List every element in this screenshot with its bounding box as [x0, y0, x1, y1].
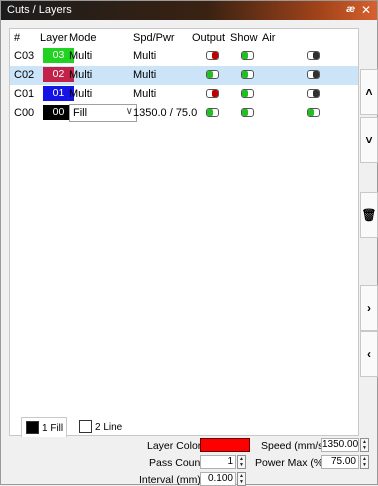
show-toggle[interactable] [241, 51, 254, 60]
tab-line-swatch [79, 420, 92, 433]
toggle-knob [313, 71, 319, 78]
layer-row-id: C03 [14, 50, 35, 62]
air-toggle[interactable] [307, 108, 320, 117]
layer-spdpwr[interactable]: 1350.0 / 75.0 [133, 107, 197, 119]
pull-left-button[interactable]: ‹ [360, 331, 378, 377]
layer-row-id: C01 [14, 88, 35, 100]
col-header-air[interactable]: Air [262, 32, 275, 44]
toggle-knob [313, 52, 319, 59]
toggle-knob [212, 90, 218, 97]
pass-count-input[interactable]: 1 [200, 455, 236, 469]
col-header-show[interactable]: Show [230, 32, 258, 44]
mode-select[interactable]: Fill ∨ [69, 104, 137, 122]
push-right-button[interactable]: › [360, 285, 378, 331]
grid-header: # Layer Mode Spd/Pwr Output Show Air [10, 29, 358, 47]
layer-mode[interactable]: Multi [69, 88, 92, 100]
move-up-icon: ˄ [365, 85, 373, 99]
output-toggle[interactable] [206, 70, 219, 79]
show-toggle[interactable] [241, 89, 254, 98]
toggle-knob [242, 90, 248, 97]
toggle-knob [313, 90, 319, 97]
delete-layer-button[interactable]: 🗑 [360, 192, 378, 238]
layer-spdpwr[interactable]: Multi [133, 88, 156, 100]
tab-fill-label: 1 Fill [42, 423, 64, 434]
speed-input[interactable]: 1350.00 [321, 438, 359, 452]
panel-title: Cuts / Layers [7, 4, 72, 16]
layer-spdpwr[interactable]: Multi [133, 69, 156, 81]
tab-fill[interactable]: 1 Fill [21, 417, 67, 437]
power-max-input[interactable]: 75.00 [321, 455, 359, 469]
pass-count-spinner[interactable]: ▲ ▼ [237, 455, 246, 469]
pin-icon[interactable]: æ [346, 4, 355, 15]
toggle-knob [207, 71, 213, 78]
toggle-knob [242, 52, 248, 59]
layer-row-c01[interactable]: C01 01 Multi Multi [10, 85, 358, 104]
layer-mode[interactable]: Multi [69, 50, 92, 62]
toggle-knob [207, 109, 213, 116]
move-down-button[interactable]: ˅ [360, 117, 378, 163]
interval-label: Interval (mm) [139, 474, 201, 486]
col-header-mode[interactable]: Mode [69, 32, 97, 44]
toggle-knob [308, 109, 314, 116]
layer-mode[interactable]: Multi [69, 69, 92, 81]
output-toggle[interactable] [206, 89, 219, 98]
push-right-icon: › [367, 301, 371, 315]
chevron-down-icon: ∨ [125, 106, 133, 117]
air-toggle[interactable] [307, 89, 320, 98]
col-header-layer[interactable]: Layer [40, 32, 68, 44]
move-up-button[interactable]: ˄ [360, 69, 378, 115]
toggle-knob [242, 71, 248, 78]
layer-color-label: Layer Color [147, 440, 202, 452]
layer-spdpwr[interactable]: Multi [133, 50, 156, 62]
pull-left-icon: ‹ [367, 347, 371, 361]
interval-spinner[interactable]: ▲ ▼ [237, 472, 246, 486]
layers-grid: # Layer Mode Spd/Pwr Output Show Air C03… [9, 28, 359, 436]
show-toggle[interactable] [241, 108, 254, 117]
col-header-number[interactable]: # [14, 32, 20, 44]
layer-row-c02[interactable]: C02 02 Multi Multi [10, 66, 358, 85]
cuts-layers-panel: Cuts / Layers æ ✕ # Layer Mode Spd/Pwr O… [0, 0, 378, 486]
toggle-knob [242, 109, 248, 116]
layer-color-swatch[interactable] [200, 438, 250, 452]
tab-line-label: 2 Line [95, 422, 123, 433]
toggle-knob [212, 52, 218, 59]
tab-line[interactable]: 2 Line [75, 417, 125, 437]
delete-layer-icon: 🗑 [361, 208, 377, 222]
layer-row-c00[interactable]: C00 00 Fill ∨ 1350.0 / 75.0 [10, 104, 358, 123]
show-toggle[interactable] [241, 70, 254, 79]
air-toggle[interactable] [307, 70, 320, 79]
output-toggle[interactable] [206, 108, 219, 117]
output-toggle[interactable] [206, 51, 219, 60]
col-header-spdpwr[interactable]: Spd/Pwr [133, 32, 175, 44]
tab-fill-swatch [26, 421, 39, 434]
power-max-label: Power Max (%) [255, 457, 327, 469]
mode-select-value: Fill [73, 107, 88, 119]
interval-input[interactable]: 0.100 [200, 472, 236, 486]
power-max-spinner[interactable]: ▲ ▼ [360, 455, 369, 469]
close-icon[interactable]: ✕ [361, 3, 371, 17]
layer-row-id: C02 [14, 69, 35, 81]
speed-label: Speed (mm/s) [261, 440, 327, 452]
col-header-output[interactable]: Output [192, 32, 225, 44]
speed-spinner[interactable]: ▲ ▼ [360, 438, 369, 452]
panel-titlebar: Cuts / Layers æ ✕ [1, 1, 377, 20]
pass-count-label: Pass Count [149, 457, 204, 469]
layer-row-c03[interactable]: C03 03 Multi Multi [10, 47, 358, 66]
move-down-icon: ˅ [365, 133, 373, 147]
layer-row-id: C00 [14, 107, 35, 119]
air-toggle[interactable] [307, 51, 320, 60]
